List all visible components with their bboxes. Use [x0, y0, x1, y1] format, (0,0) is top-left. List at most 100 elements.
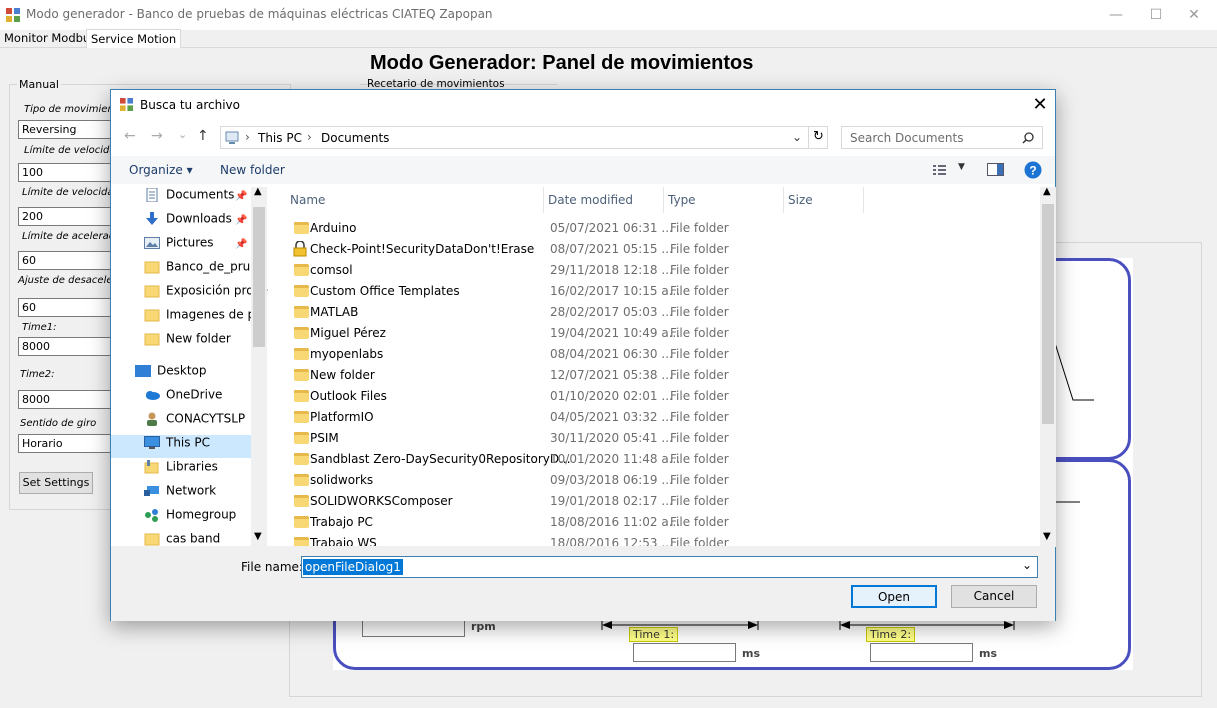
preview-pane-icon[interactable]	[987, 163, 1004, 176]
file-row[interactable]: Check-Point!SecurityDataDon't!Erase 08/07…	[286, 239, 1036, 260]
file-row[interactable]: SOLIDWORKSComposer 19/01/2018 02:17 ... Fi…	[286, 491, 1036, 512]
nav-label: Pictures	[166, 235, 214, 250]
chevron-down-icon[interactable]: ⌄	[792, 130, 802, 144]
column-name[interactable]: Name	[286, 187, 544, 213]
forward-button[interactable]: →	[151, 128, 163, 144]
nav-item-folder[interactable]: Exposición proye	[111, 283, 268, 306]
nav-item-libraries[interactable]: Libraries	[111, 459, 251, 482]
window-close-button[interactable]: ✕	[1171, 0, 1217, 30]
nav-item-folder[interactable]: New folder	[111, 331, 251, 354]
file-row[interactable]: Arduino 05/07/2021 06:31 ... File folder	[286, 218, 1036, 239]
file-date: 30/11/2020 05:41 ...	[550, 431, 673, 445]
file-row[interactable]: Outlook Files 01/10/2020 02:01 ... File fo…	[286, 386, 1036, 407]
file-date: 08/04/2021 06:30 ...	[550, 347, 673, 361]
deceleration-input[interactable]: 60	[18, 298, 118, 317]
nav-item-downloads[interactable]: Downloads 📌	[111, 211, 251, 234]
file-name: solidworks	[310, 473, 374, 487]
file-name: Custom Office Templates	[310, 284, 460, 298]
scroll-down-icon[interactable]: ▼	[254, 531, 262, 542]
file-row[interactable]: Sandblast Zero-DaySecurity0RepositoryD..…	[286, 449, 1036, 470]
file-row[interactable]: solidworks 09/03/2018 06:19 ... File folde…	[286, 470, 1036, 491]
tab-service-motion[interactable]: Service Motion	[86, 29, 182, 48]
cancel-button[interactable]: Cancel	[951, 585, 1037, 608]
nav-item-pictures[interactable]: Pictures 📌	[111, 235, 251, 258]
dialog-app-icon	[120, 98, 133, 111]
speed-limit-input[interactable]: 100	[18, 163, 118, 182]
nav-item-this-pc[interactable]: This PC	[111, 435, 251, 458]
breadcrumb-this-pc[interactable]: This PC	[258, 131, 302, 145]
libraries-icon	[144, 459, 159, 473]
up-button[interactable]: ↑	[197, 128, 209, 144]
speed-limit-2-input[interactable]: 200	[18, 207, 118, 226]
address-bar[interactable]: › This PC › Documents ⌄	[220, 126, 828, 149]
time2-ms-input[interactable]	[870, 643, 973, 662]
file-row[interactable]: PlatformIO 04/05/2021 03:32 ... File folde…	[286, 407, 1036, 428]
nav-item-documents[interactable]: Documents 📌	[111, 187, 251, 210]
refresh-icon[interactable]: ↻	[808, 126, 828, 149]
scroll-up-icon[interactable]: ▲	[254, 186, 262, 197]
nav-scrollbar[interactable]: ▲ ▼	[251, 186, 267, 547]
file-date: 16/02/2017 10:15 a...	[550, 284, 681, 298]
organize-button[interactable]: Organize ▾	[129, 163, 193, 177]
nav-label: Libraries	[166, 459, 218, 474]
rotation-direction-select[interactable]: Horario	[18, 434, 118, 453]
nav-item-user[interactable]: CONACYTSLP	[111, 411, 251, 434]
file-name: New folder	[310, 368, 375, 382]
pin-icon: 📌	[235, 215, 248, 226]
file-row[interactable]: Miguel Pérez 19/04/2021 10:49 a... File fo…	[286, 323, 1036, 344]
scroll-thumb[interactable]	[1042, 204, 1054, 424]
column-date-modified[interactable]: Date modified	[544, 187, 664, 213]
view-options-icon[interactable]	[933, 164, 949, 176]
pin-icon: 📌	[235, 191, 248, 202]
breadcrumb-documents[interactable]: Documents	[321, 131, 389, 145]
acceleration-limit-input[interactable]: 60	[18, 251, 118, 270]
network-icon	[144, 485, 159, 496]
new-folder-button[interactable]: New folder	[220, 163, 285, 177]
nav-item-homegroup[interactable]: Homegroup	[111, 507, 251, 530]
scroll-down-icon[interactable]: ▼	[1043, 531, 1051, 542]
file-name: PlatformIO	[310, 410, 374, 424]
file-name: SOLIDWORKSComposer	[310, 494, 453, 508]
column-size[interactable]: Size	[784, 187, 864, 213]
nav-item-network[interactable]: Network	[111, 483, 251, 506]
column-type[interactable]: Type	[664, 187, 784, 213]
pc-icon	[144, 435, 160, 449]
scroll-thumb[interactable]	[253, 207, 265, 347]
file-name: MATLAB	[310, 305, 359, 319]
file-row[interactable]: Trabajo WS 18/08/2016 12:53 ... File folde…	[286, 533, 1036, 547]
set-settings-button[interactable]: Set Settings	[19, 472, 93, 494]
file-name-input[interactable]: openFileDialog1 ⌄	[301, 556, 1038, 578]
recent-locations-button[interactable]: ⌄	[178, 128, 187, 141]
file-type: File folder	[670, 515, 729, 529]
help-icon[interactable]: ?	[1024, 161, 1042, 179]
nav-label: Downloads	[166, 211, 232, 226]
file-row[interactable]: myopenlabs 08/04/2021 06:30 ... File folde…	[286, 344, 1036, 365]
time1-ms-input[interactable]	[633, 643, 736, 662]
nav-item-folder[interactable]: cas band	[111, 531, 251, 547]
onedrive-icon	[146, 390, 160, 400]
file-type: File folder	[670, 284, 729, 298]
nav-item-folder[interactable]: Banco_de_prueb	[111, 259, 265, 282]
nav-item-onedrive[interactable]: OneDrive	[111, 387, 251, 410]
open-button[interactable]: Open	[851, 585, 937, 608]
desktop-icon	[135, 364, 151, 377]
nav-item-folder[interactable]: Imagenes de pro	[111, 307, 267, 330]
chevron-down-icon[interactable]: ▼	[958, 162, 965, 172]
time2-input[interactable]: 8000	[18, 390, 118, 409]
nav-item-desktop[interactable]: Desktop	[111, 363, 251, 386]
chevron-down-icon[interactable]: ⌄	[1022, 558, 1032, 572]
user-icon	[147, 412, 157, 426]
folder-icon	[144, 261, 160, 273]
movement-type-select[interactable]: Reversing	[18, 120, 118, 139]
back-button[interactable]: ←	[124, 128, 136, 144]
scroll-up-icon[interactable]: ▲	[1043, 186, 1051, 197]
file-row[interactable]: Custom Office Templates 16/02/2017 10:15 …	[286, 281, 1036, 302]
file-row[interactable]: MATLAB 28/02/2017 05:03 ... File folder	[286, 302, 1036, 323]
file-row[interactable]: New folder 12/07/2021 05:38 ... File folde…	[286, 365, 1036, 386]
search-input[interactable]: Search Documents	[841, 126, 1043, 149]
time1-input[interactable]: 8000	[18, 337, 118, 356]
close-icon[interactable]: ✕	[1027, 94, 1053, 116]
file-row[interactable]: PSIM 30/11/2020 05:41 ... File folder	[286, 428, 1036, 449]
file-row[interactable]: Trabajo PC 18/08/2016 11:02 a... File fold…	[286, 512, 1036, 533]
file-row[interactable]: comsol 29/11/2018 12:18 ... File folder	[286, 260, 1036, 281]
